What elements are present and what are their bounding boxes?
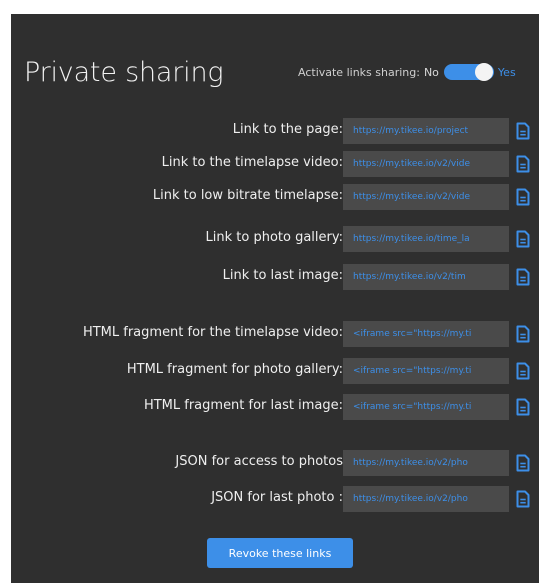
row-label: Link to the timelapse video: (161, 155, 343, 170)
row-value-field[interactable]: https://my.tikee.io/time_la (343, 226, 509, 252)
document-copy-icon[interactable] (516, 362, 530, 380)
share-row-last-image-link: Link to last image: https://my.tikee.io/… (11, 264, 539, 290)
document-copy-icon[interactable] (516, 454, 530, 472)
row-label: HTML fragment for last image: (143, 398, 343, 413)
revoke-links-button[interactable]: Revoke these links (207, 538, 353, 568)
row-value-field[interactable]: <iframe src="https://my.ti (343, 358, 509, 384)
sharing-toggle-group: Activate links sharing: No Yes (298, 62, 516, 82)
sharing-toggle-on-label: Yes (497, 65, 516, 79)
share-row-page-link: Link to the page: https://my.tikee.io/pr… (11, 118, 539, 144)
row-label: HTML fragment for photo gallery: (126, 362, 343, 377)
row-label: HTML fragment for the timelapse video: (82, 325, 343, 340)
row-label: JSON for last photo : (211, 490, 343, 505)
document-copy-icon[interactable] (516, 490, 530, 508)
share-row-photo-gallery-link: Link to photo gallery: https://my.tikee.… (11, 226, 539, 252)
share-row-last-photo-json: JSON for last photo : https://my.tikee.i… (11, 486, 539, 512)
sharing-toggle-off-label: No (423, 65, 439, 79)
document-copy-icon[interactable] (516, 155, 530, 173)
document-copy-icon[interactable] (516, 398, 530, 416)
row-value-field[interactable]: https://my.tikee.io/v2/vide (343, 184, 509, 210)
sharing-toggle-switch[interactable] (443, 63, 494, 81)
row-label: Link to the page: (232, 122, 343, 137)
share-row-photo-gallery-html: HTML fragment for photo gallery: <iframe… (11, 358, 539, 384)
row-value-field[interactable]: <iframe src="https://my.ti (343, 321, 509, 347)
share-row-last-image-html: HTML fragment for last image: <iframe sr… (11, 394, 539, 420)
toggle-knob (474, 63, 493, 81)
document-copy-icon[interactable] (516, 122, 530, 140)
share-row-timelapse-video-link: Link to the timelapse video: https://my.… (11, 151, 539, 177)
row-label: JSON for access to photos (175, 454, 343, 469)
row-value-field[interactable]: https://my.tikee.io/v2/pho (343, 450, 509, 476)
row-value-field[interactable]: https://my.tikee.io/project (343, 118, 509, 144)
row-value-field[interactable]: <iframe src="https://my.ti (343, 394, 509, 420)
document-copy-icon[interactable] (516, 268, 530, 286)
page-title: Private sharing (24, 57, 224, 88)
share-row-photos-json: JSON for access to photos https://my.tik… (11, 450, 539, 476)
sharing-toggle-label: Activate links sharing: (298, 65, 420, 79)
document-copy-icon[interactable] (516, 230, 530, 248)
document-copy-icon[interactable] (516, 188, 530, 206)
private-sharing-panel: Private sharing Activate links sharing: … (11, 14, 539, 583)
row-label: Link to photo gallery: (205, 230, 343, 245)
row-value-field[interactable]: https://my.tikee.io/v2/vide (343, 151, 509, 177)
row-value-field[interactable]: https://my.tikee.io/v2/pho (343, 486, 509, 512)
share-row-low-bitrate-link: Link to low bitrate timelapse: https://m… (11, 184, 539, 210)
row-label: Link to last image: (222, 268, 343, 283)
row-value-field[interactable]: https://my.tikee.io/v2/tim (343, 264, 509, 290)
share-row-timelapse-video-html: HTML fragment for the timelapse video: <… (11, 321, 539, 347)
row-label: Link to low bitrate timelapse: (152, 188, 343, 203)
document-copy-icon[interactable] (516, 325, 530, 343)
